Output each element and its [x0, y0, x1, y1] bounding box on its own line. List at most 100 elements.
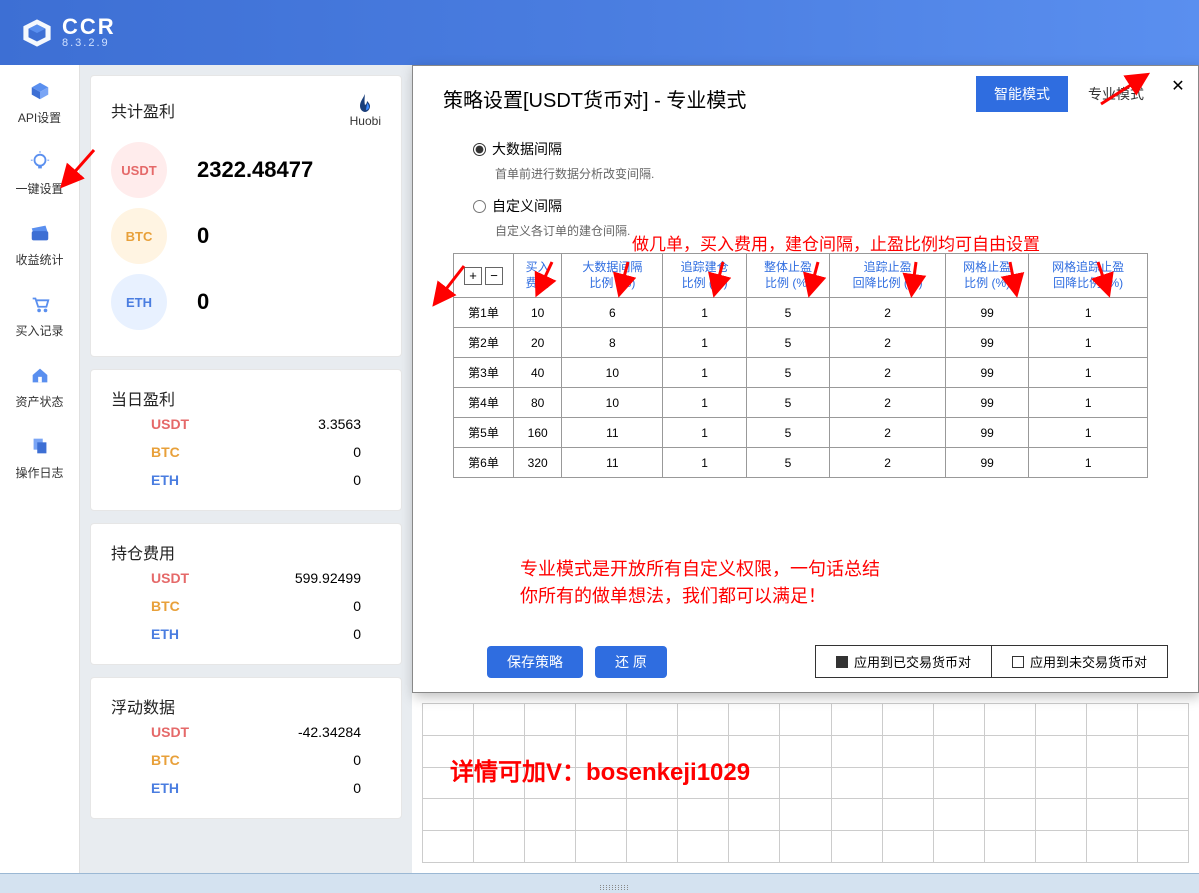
float-eth-label: ETH [151, 780, 179, 796]
app-version: 8.3.2.9 [62, 38, 116, 49]
remove-row-button[interactable]: − [485, 267, 503, 285]
table-cell[interactable]: 6 [562, 298, 663, 328]
table-cell[interactable]: 1 [663, 448, 746, 478]
table-cell[interactable]: 2 [830, 298, 946, 328]
radio-custom-label: 自定义间隔 [492, 196, 562, 216]
summary-column: 共计盈利 Huobi USDT2322.48477 BTC0 ETH0 当日盈利… [80, 65, 412, 873]
mode-tabs: 智能模式 专业模式 [976, 76, 1162, 112]
radio-bigdata[interactable]: 大数据间隔 [473, 139, 1168, 159]
background-grid [422, 703, 1189, 863]
cube-icon [28, 79, 52, 103]
checkbox-icon [1012, 656, 1024, 668]
table-cell[interactable]: 1 [663, 298, 746, 328]
table-cell[interactable]: 5 [746, 298, 829, 328]
apply-untraded[interactable]: 应用到未交易货币对 [991, 646, 1167, 677]
table-cell[interactable]: 1 [1029, 328, 1148, 358]
nav-assets[interactable]: 资产状态 [0, 349, 79, 420]
table-cell[interactable]: 1 [1029, 358, 1148, 388]
cart-icon [28, 292, 52, 316]
table-cell[interactable]: 5 [746, 328, 829, 358]
total-profit-title: 共计盈利 [111, 98, 175, 122]
add-row-button[interactable]: + [464, 267, 482, 285]
hold-btc-value: 0 [353, 598, 361, 614]
statusbar [0, 873, 1199, 893]
nav-buylog-label: 买入记录 [15, 322, 63, 339]
apply-untraded-label: 应用到未交易货币对 [1030, 652, 1147, 671]
save-button[interactable]: 保存策略 [487, 646, 583, 678]
table-cell[interactable]: 99 [945, 298, 1028, 328]
table-row: 第1单106152991 [454, 298, 1148, 328]
usdt-badge: USDT [111, 142, 167, 198]
resize-grip-icon[interactable] [600, 885, 630, 891]
nav-oplog[interactable]: 操作日志 [0, 420, 79, 491]
close-icon[interactable]: ✕ [1168, 76, 1188, 96]
checkbox-checked-icon [836, 656, 848, 668]
nav-stats-label: 收益统计 [15, 251, 63, 268]
tab-smart[interactable]: 智能模式 [976, 76, 1068, 112]
table-cell[interactable]: 11 [562, 448, 663, 478]
table-cell[interactable]: 320 [514, 448, 562, 478]
table-cell[interactable]: 8 [562, 328, 663, 358]
today-btc-value: 0 [353, 444, 361, 460]
radio-custom[interactable]: 自定义间隔 [473, 196, 1168, 216]
radio-custom-input[interactable] [473, 200, 486, 213]
table-cell[interactable]: 1 [1029, 448, 1148, 478]
table-row: 第4单8010152991 [454, 388, 1148, 418]
table-header: 整体止盈比例 (%) [746, 254, 829, 298]
table-cell[interactable]: 99 [945, 448, 1028, 478]
total-profit-card: 共计盈利 Huobi USDT2322.48477 BTC0 ETH0 [90, 75, 402, 357]
nav-api[interactable]: API设置 [0, 65, 79, 136]
table-cell[interactable]: 80 [514, 388, 562, 418]
row-label: 第6单 [454, 448, 514, 478]
nav-onekey[interactable]: 一键设置 [0, 136, 79, 207]
table-cell[interactable]: 5 [746, 388, 829, 418]
table-header: 大数据间隔比例 (%) [562, 254, 663, 298]
nav-assets-label: 资产状态 [15, 393, 63, 410]
table-cell[interactable]: 11 [562, 418, 663, 448]
apply-traded[interactable]: 应用到已交易货币对 [816, 646, 991, 677]
table-cell[interactable]: 10 [514, 298, 562, 328]
radio-bigdata-input[interactable] [473, 143, 486, 156]
table-cell[interactable]: 2 [830, 418, 946, 448]
table-cell[interactable]: 1 [663, 358, 746, 388]
hold-eth-value: 0 [353, 626, 361, 642]
table-cell[interactable]: 160 [514, 418, 562, 448]
table-cell[interactable]: 1 [1029, 298, 1148, 328]
copy-icon [28, 434, 52, 458]
nav-stats[interactable]: 收益统计 [0, 207, 79, 278]
total-btc-value: 0 [197, 223, 209, 249]
table-cell[interactable]: 2 [830, 328, 946, 358]
table-cell[interactable]: 5 [746, 358, 829, 388]
app-logo-icon [20, 16, 54, 50]
table-cell[interactable]: 10 [562, 388, 663, 418]
table-cell[interactable]: 5 [746, 448, 829, 478]
table-cell[interactable]: 99 [945, 388, 1028, 418]
reset-button[interactable]: 还 原 [595, 646, 667, 678]
table-cell[interactable]: 2 [830, 388, 946, 418]
table-cell[interactable]: 1 [663, 328, 746, 358]
table-header: 网格止盈比例 (%) [945, 254, 1028, 298]
table-cell[interactable]: 2 [830, 358, 946, 388]
row-label: 第2单 [454, 328, 514, 358]
bulb-icon [28, 150, 52, 174]
table-cell[interactable]: 99 [945, 328, 1028, 358]
table-cell[interactable]: 1 [663, 418, 746, 448]
btc-badge: BTC [111, 208, 167, 264]
table-cell[interactable]: 40 [514, 358, 562, 388]
radio-bigdata-sub: 首单前进行数据分析改变间隔. [495, 165, 1168, 182]
table-cell[interactable]: 10 [562, 358, 663, 388]
table-cell[interactable]: 5 [746, 418, 829, 448]
table-cell[interactable]: 1 [1029, 418, 1148, 448]
nav-buylog[interactable]: 买入记录 [0, 278, 79, 349]
tab-pro[interactable]: 专业模式 [1070, 76, 1162, 112]
table-cell[interactable]: 2 [830, 448, 946, 478]
eth-badge: ETH [111, 274, 167, 330]
table-cell[interactable]: 1 [1029, 388, 1148, 418]
table-cell[interactable]: 20 [514, 328, 562, 358]
table-cell[interactable]: 99 [945, 418, 1028, 448]
right-area: 策略设置[USDT货币对] - 专业模式 智能模式 专业模式 ✕ 大数据间隔 首… [412, 65, 1199, 873]
table-cell[interactable]: 99 [945, 358, 1028, 388]
apply-box: 应用到已交易货币对 应用到未交易货币对 [815, 645, 1168, 678]
table-cell[interactable]: 1 [663, 388, 746, 418]
row-label: 第1单 [454, 298, 514, 328]
